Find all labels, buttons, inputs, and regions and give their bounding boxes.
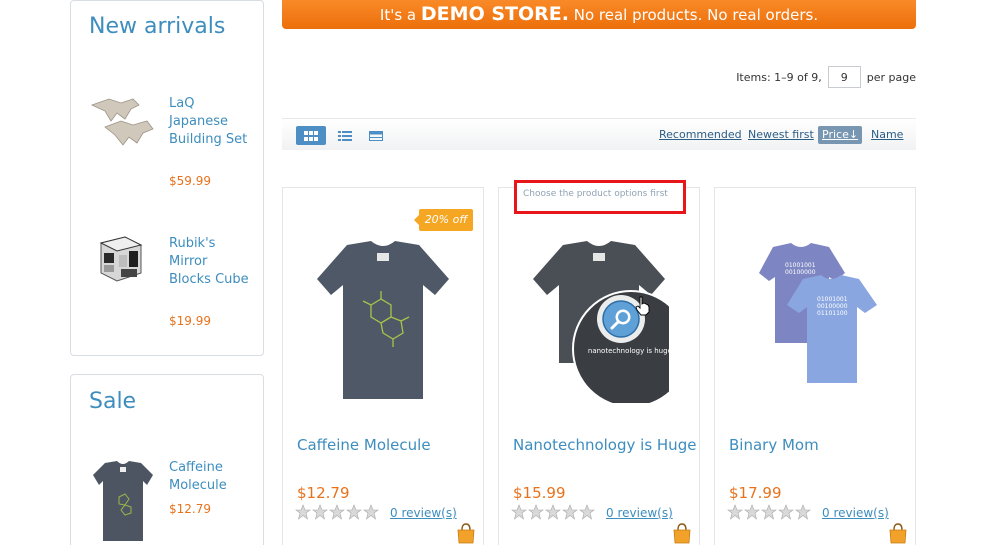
product-name[interactable]: Binary Mom: [729, 436, 819, 454]
product-thumbnail[interactable]: [95, 233, 147, 285]
product-price: $15.99: [513, 484, 566, 502]
product-price: $17.99: [729, 484, 782, 502]
sort-newest[interactable]: Newest first: [748, 128, 814, 141]
star-icon[interactable]: [562, 504, 578, 520]
star-icon[interactable]: [312, 504, 328, 520]
list-view-button[interactable]: [330, 126, 360, 145]
sidebar-product-name[interactable]: Caffeine Molecule: [169, 459, 249, 495]
sort-price-label: Price: [822, 128, 849, 141]
reviews-link[interactable]: 0 review(s): [606, 506, 673, 520]
product-options-tooltip: Choose the product options first: [514, 180, 686, 214]
sidebar-product-price: $19.99: [169, 314, 211, 328]
banner-suffix: No real products. No real orders.: [573, 6, 819, 24]
star-icon[interactable]: [545, 504, 561, 520]
star-icon[interactable]: [795, 504, 811, 520]
star-icon[interactable]: [528, 504, 544, 520]
star-icon[interactable]: [329, 504, 345, 520]
rating-stars[interactable]: [295, 504, 379, 520]
add-to-cart-bag-icon[interactable]: [457, 522, 475, 544]
sort-price-active[interactable]: Price↓: [818, 126, 863, 144]
discount-badge: 20% off: [414, 209, 473, 231]
reviews-link[interactable]: 0 review(s): [390, 506, 457, 520]
table-view-button[interactable]: [361, 126, 391, 145]
star-icon[interactable]: [579, 504, 595, 520]
sale-title: Sale: [89, 389, 137, 414]
product-card-caffeine[interactable]: 20% off Caffeine Molecule $12.79 0 revie…: [282, 187, 484, 545]
banner-prefix: It's a: [379, 6, 417, 24]
grid-view-icon: [304, 130, 318, 141]
add-to-cart-bag-icon[interactable]: [889, 522, 907, 544]
sidebar-product-name[interactable]: LaQ Japanese Building Set: [169, 95, 249, 149]
star-icon[interactable]: [744, 504, 760, 520]
svg-text:01001001: 01001001: [817, 296, 848, 303]
sidebar-product-price: $59.99: [169, 174, 211, 188]
product-card-binary-mom[interactable]: 01001001 00100000 01001001 00100000 0110110…: [714, 187, 916, 545]
grid-view-button[interactable]: [296, 126, 326, 145]
list-view-icon: [338, 130, 352, 141]
add-to-cart-bag-icon[interactable]: [673, 522, 691, 544]
reviews-link[interactable]: 0 review(s): [822, 506, 889, 520]
star-icon[interactable]: [346, 504, 362, 520]
per-page-input[interactable]: [827, 66, 861, 88]
product-image[interactable]: 0100100100100000 01001001001000000110110…: [745, 233, 885, 403]
star-icon[interactable]: [295, 504, 311, 520]
rating-stars[interactable]: [511, 504, 595, 520]
svg-text:01101100: 01101100: [817, 310, 848, 317]
svg-text:00100000: 00100000: [817, 303, 848, 310]
star-icon[interactable]: [363, 504, 379, 520]
sale-box: Sale Caffeine Molecule $12.79: [70, 374, 264, 545]
svg-text:nanotechnology is huge.: nanotechnology is huge.: [588, 347, 669, 355]
banner-emphasis: DEMO STORE.: [420, 3, 569, 25]
items-count: Items: 1–9 of 9,: [736, 70, 822, 84]
svg-text:01001001: 01001001: [785, 262, 816, 269]
new-arrivals-title: New arrivals: [89, 14, 226, 39]
pager: Items: 1–9 of 9, per page: [736, 66, 916, 88]
rating-stars[interactable]: [727, 504, 811, 520]
star-icon[interactable]: [727, 504, 743, 520]
product-card-nanotechnology[interactable]: Choose the product options first nanotec…: [498, 180, 700, 545]
sort-name[interactable]: Name: [871, 128, 903, 141]
product-thumbnail[interactable]: [87, 91, 157, 161]
svg-text:00100000: 00100000: [785, 269, 816, 276]
sidebar-product-name[interactable]: Rubik's Mirror Blocks Cube: [169, 235, 249, 289]
product-image[interactable]: nanotechnology is huge.: [529, 233, 669, 403]
sort-direction-icon: ↓: [848, 128, 859, 141]
product-thumbnail[interactable]: [91, 459, 155, 543]
listing-toolbar: Recommended Newest first Price↓ Name: [282, 118, 916, 150]
store-page: New arrivals LaQ Japanese Building Set $…: [0, 0, 990, 545]
per-page-label: per page: [866, 70, 916, 84]
star-icon[interactable]: [761, 504, 777, 520]
star-icon[interactable]: [511, 504, 527, 520]
product-name[interactable]: Nanotechnology is Huge: [513, 436, 696, 454]
star-icon[interactable]: [778, 504, 794, 520]
tooltip-text: Choose the product options first: [523, 189, 668, 199]
hand-cursor-icon: [635, 296, 650, 316]
table-view-icon: [369, 130, 383, 141]
sidebar-product-price: $12.79: [169, 502, 211, 516]
sort-recommended[interactable]: Recommended: [659, 128, 742, 141]
product-name[interactable]: Caffeine Molecule: [297, 436, 431, 454]
product-image[interactable]: [313, 233, 453, 403]
product-price: $12.79: [297, 484, 350, 502]
new-arrivals-box: New arrivals LaQ Japanese Building Set $…: [70, 0, 264, 356]
demo-store-banner: It's a DEMO STORE. No real products. No …: [282, 0, 916, 29]
